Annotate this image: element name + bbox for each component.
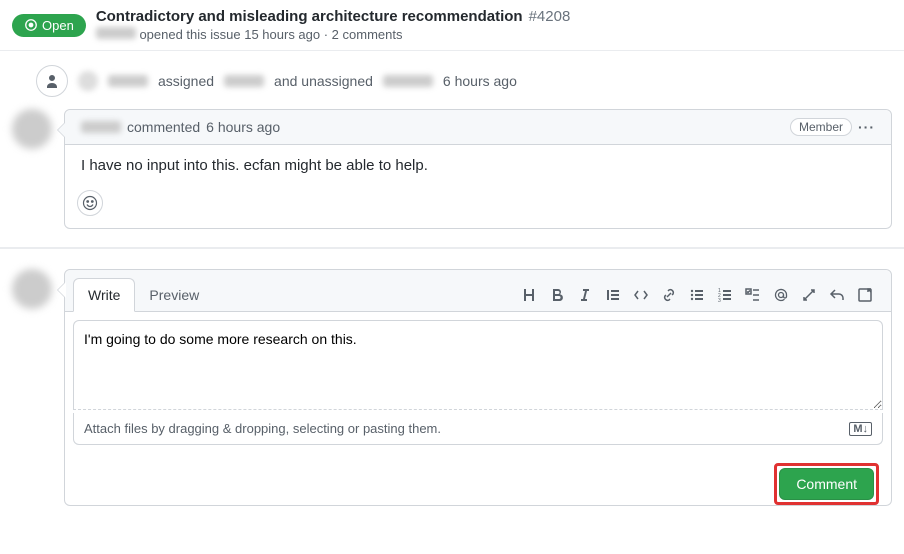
- heading-icon[interactable]: [521, 287, 537, 303]
- person-icon: [44, 73, 60, 89]
- cross-reference-icon[interactable]: [801, 287, 817, 303]
- attach-text: Attach files by dragging & dropping, sel…: [84, 421, 441, 436]
- issue-number: #4208: [529, 8, 571, 25]
- comment-card: commented 6 hours ago Member ··· I have …: [64, 109, 892, 229]
- attach-row[interactable]: Attach files by dragging & dropping, sel…: [73, 413, 883, 445]
- person-icon-wrap: [36, 65, 68, 97]
- saved-reply-icon[interactable]: [857, 287, 873, 303]
- add-reaction-button[interactable]: [77, 190, 103, 216]
- comment-time[interactable]: 6 hours ago: [206, 119, 280, 135]
- issue-title[interactable]: Contradictory and misleading architectur…: [96, 8, 523, 25]
- kebab-icon[interactable]: ···: [858, 119, 875, 135]
- event-time: 6 hours ago: [443, 73, 517, 89]
- editor-toolbar: 123: [521, 287, 883, 303]
- status-badge: Open: [12, 14, 86, 37]
- issue-subtitle: opened this issue 15 hours ago · 2 comme…: [96, 27, 892, 42]
- comment-button-highlight: Comment: [774, 463, 879, 505]
- user-blur: [383, 75, 433, 87]
- reply-icon[interactable]: [829, 287, 845, 303]
- avatar-column: [12, 269, 52, 506]
- ol-icon[interactable]: 123: [717, 287, 733, 303]
- editor-body: Attach files by dragging & dropping, sel…: [65, 312, 891, 453]
- editor-tabs: Write Preview 123: [65, 270, 891, 312]
- comment-header: commented 6 hours ago Member ···: [65, 110, 891, 145]
- issue-open-icon: [24, 18, 38, 32]
- assignment-event: assigned and unassigned 6 hours ago: [0, 61, 904, 109]
- editor-card: Write Preview 123: [64, 269, 892, 506]
- reaction-row: [65, 186, 891, 228]
- user-blur: [224, 75, 264, 87]
- avatar-column: [12, 109, 52, 229]
- mention-icon[interactable]: [773, 287, 789, 303]
- italic-icon[interactable]: [577, 287, 593, 303]
- smiley-icon: [82, 195, 98, 211]
- comment-button[interactable]: Comment: [779, 468, 874, 500]
- event-unassigned: and unassigned: [274, 73, 373, 89]
- quote-icon[interactable]: [605, 287, 621, 303]
- subtitle-text: opened this issue 15 hours ago · 2 comme…: [139, 27, 402, 42]
- user-blur: [108, 75, 148, 87]
- tasklist-icon[interactable]: [745, 287, 761, 303]
- header-text: Contradictory and misleading architectur…: [96, 8, 892, 42]
- self-avatar[interactable]: [12, 269, 52, 309]
- author-blur: [96, 27, 136, 39]
- svg-text:3: 3: [718, 298, 721, 303]
- new-comment-block: Write Preview 123: [0, 247, 904, 524]
- ul-icon[interactable]: [689, 287, 705, 303]
- markdown-icon[interactable]: M↓: [849, 422, 872, 436]
- bold-icon[interactable]: [549, 287, 565, 303]
- tab-preview[interactable]: Preview: [135, 279, 213, 311]
- comment-body: I have no input into this. ecfan might b…: [65, 145, 891, 186]
- event-assigned: assigned: [158, 73, 214, 89]
- commenter-name-blur: [81, 121, 121, 133]
- commented-label: commented: [127, 119, 200, 135]
- issue-header: Open Contradictory and misleading archit…: [0, 0, 904, 51]
- tab-write[interactable]: Write: [73, 278, 135, 312]
- member-badge: Member: [790, 118, 852, 136]
- comment-block: commented 6 hours ago Member ··· I have …: [0, 109, 904, 247]
- comment-textarea[interactable]: [73, 320, 883, 410]
- editor-footer: Comment: [65, 453, 891, 505]
- status-text: Open: [42, 18, 74, 33]
- link-icon[interactable]: [661, 287, 677, 303]
- avatar: [78, 71, 98, 91]
- commenter-avatar[interactable]: [12, 109, 52, 149]
- timeline: assigned and unassigned 6 hours ago comm…: [0, 51, 904, 554]
- code-icon[interactable]: [633, 287, 649, 303]
